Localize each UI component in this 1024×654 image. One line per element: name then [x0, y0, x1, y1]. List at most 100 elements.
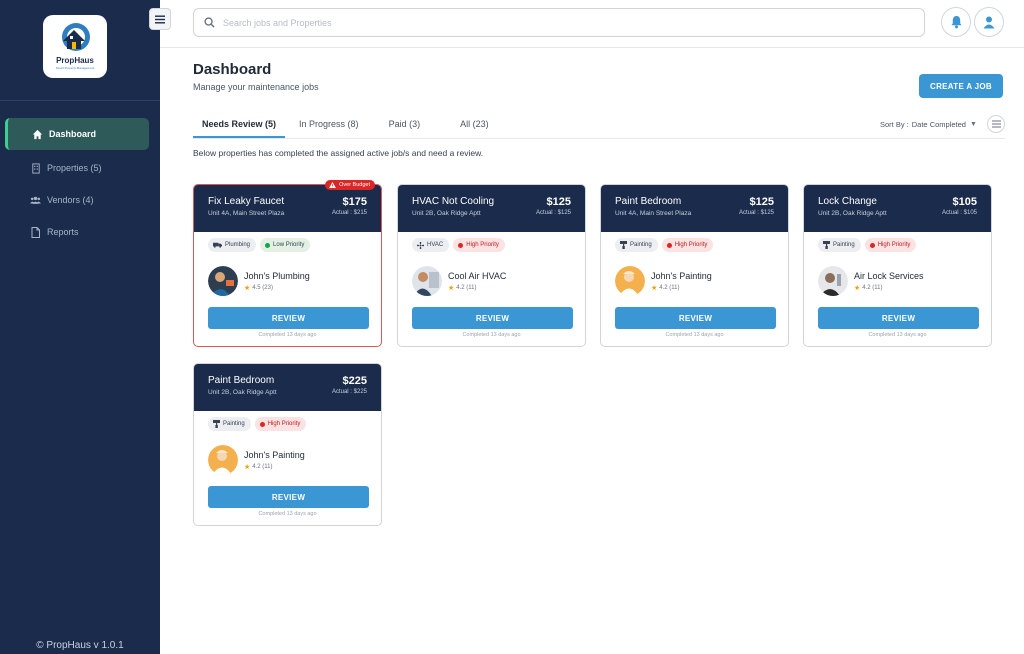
- job-card-header: Lock Change Unit 2B, Oak Ridge Aptt $105…: [804, 185, 991, 232]
- job-card: HVAC Not Cooling Unit 2B, Oak Ridge Aptt…: [397, 184, 586, 347]
- review-button[interactable]: REVIEW: [818, 307, 979, 329]
- priority-label: High Priority: [267, 421, 301, 427]
- job-title: Fix Leaky Faucet: [208, 196, 285, 207]
- review-button[interactable]: REVIEW: [208, 486, 369, 508]
- vendor-name[interactable]: Cool Air HVAC: [448, 271, 506, 281]
- completed-time: Completed 13 days ago: [665, 332, 724, 338]
- job-tags: Painting High Priority: [208, 417, 310, 431]
- fan-icon: [417, 241, 424, 249]
- category-tag: Painting: [615, 238, 658, 252]
- tabs-divider: [193, 138, 1005, 139]
- vendor-info: John's Painting ★ 4.2 (11): [615, 266, 712, 296]
- sidebar-item-reports[interactable]: Reports: [0, 216, 160, 248]
- priority-dot: [869, 242, 875, 248]
- category-label: Painting: [630, 242, 652, 248]
- rating-value: 4.5 (23): [252, 284, 273, 291]
- priority-label: High Priority: [877, 242, 911, 248]
- priority-tag: High Priority: [254, 417, 307, 431]
- search-bar[interactable]: [193, 8, 925, 37]
- job-unit: Unit 2B, Oak Ridge Aptt: [208, 389, 277, 396]
- notifications-button[interactable]: [941, 7, 971, 37]
- review-button[interactable]: REVIEW: [412, 307, 573, 329]
- paint-roller-icon: [620, 241, 627, 249]
- vendor-rating: ★ 4.5 (23): [244, 284, 310, 292]
- vendor-info: Cool Air HVAC ★ 4.2 (11): [412, 266, 506, 296]
- job-tags: Painting High Priority: [818, 238, 920, 252]
- rating-value: 4.2 (11): [659, 284, 680, 291]
- page-subtitle: Manage your maintenance jobs: [193, 82, 319, 92]
- vendor-name[interactable]: John's Plumbing: [244, 271, 310, 281]
- vendor-avatar: [615, 266, 645, 296]
- sidebar-item-label: Reports: [47, 227, 79, 237]
- category-tag: Painting: [818, 238, 861, 252]
- category-tag: Painting: [208, 417, 251, 431]
- job-actual-cost: Actual : $125: [535, 210, 571, 216]
- job-card: Fix Leaky Faucet Unit 4A, Main Street Pl…: [193, 180, 382, 347]
- vendor-avatar: [412, 266, 442, 296]
- job-card: Lock Change Unit 2B, Oak Ridge Aptt $105…: [803, 184, 992, 347]
- priority-dot: [666, 242, 672, 248]
- priority-dot: [259, 421, 265, 427]
- priority-label: Low Priority: [273, 242, 305, 248]
- create-job-button[interactable]: CREATE A JOB: [919, 74, 1003, 98]
- tab-all[interactable]: All (23): [451, 110, 498, 138]
- tab-paid[interactable]: Paid (3): [380, 110, 430, 138]
- profile-button[interactable]: [974, 7, 1004, 37]
- vendor-info: John's Plumbing ★ 4.5 (23): [208, 266, 310, 296]
- priority-tag: Low Priority: [260, 238, 311, 252]
- sort-dropdown[interactable]: Sort By : Date Completed ▼: [880, 120, 977, 129]
- tab-in-progress[interactable]: In Progress (8): [290, 110, 368, 138]
- category-tag: HVAC: [412, 238, 450, 252]
- star-icon: ★: [448, 284, 455, 292]
- job-title: HVAC Not Cooling: [412, 196, 495, 207]
- review-button[interactable]: REVIEW: [615, 307, 776, 329]
- star-icon: ★: [244, 284, 251, 292]
- bell-icon: [950, 15, 962, 29]
- sidebar-item-properties[interactable]: Properties (5): [0, 152, 160, 184]
- vendor-avatar: [818, 266, 848, 296]
- menu-toggle-button[interactable]: [149, 8, 171, 30]
- vendor-info: Air Lock Services ★ 4.2 (11): [818, 266, 924, 296]
- priority-dot: [265, 242, 271, 248]
- tab-needs-review[interactable]: Needs Review (5): [193, 110, 286, 138]
- vendor-avatar: [208, 266, 238, 296]
- chevron-down-icon: ▼: [969, 121, 977, 128]
- job-price: $225: [342, 375, 367, 387]
- sidebar-item-label: Properties (5): [47, 163, 102, 173]
- review-button[interactable]: REVIEW: [208, 307, 369, 329]
- rating-value: 4.2 (11): [862, 284, 883, 291]
- job-unit: Unit 4A, Main Street Plaza: [208, 210, 285, 217]
- rating-value: 4.2 (11): [252, 463, 273, 470]
- job-price: $175: [342, 196, 367, 208]
- priority-tag: High Priority: [864, 238, 917, 252]
- job-unit: Unit 2B, Oak Ridge Aptt: [412, 210, 481, 217]
- vendor-info: John's Painting ★ 4.2 (11): [208, 445, 305, 475]
- home-icon: [32, 129, 43, 140]
- category-tag: Plumbing: [208, 238, 257, 252]
- priority-tag: High Priority: [453, 238, 505, 252]
- filter-button[interactable]: [987, 115, 1005, 133]
- filter-icon: [991, 120, 1001, 128]
- sidebar-item-dashboard[interactable]: Dashboard: [5, 118, 149, 150]
- priority-dot: [458, 242, 464, 248]
- sidebar-item-vendors[interactable]: Vendors (4): [0, 184, 160, 216]
- job-price: $125: [546, 196, 571, 208]
- user-icon: [983, 16, 995, 29]
- vendor-name[interactable]: Air Lock Services: [854, 271, 924, 281]
- sort-value: Date Completed: [911, 120, 966, 129]
- sidebar-item-label: Vendors (4): [47, 195, 94, 205]
- vendor-name[interactable]: John's Painting: [651, 271, 712, 281]
- vendor-name[interactable]: John's Painting: [244, 450, 305, 460]
- job-title: Lock Change: [818, 196, 877, 207]
- search-input[interactable]: [223, 17, 823, 28]
- app-logo[interactable]: PropHaus Smart Property Management: [43, 15, 107, 78]
- sidebar-item-label: Dashboard: [49, 129, 97, 139]
- paint-roller-icon: [213, 420, 220, 428]
- job-tabs: Needs Review (5) In Progress (8) Paid (3…: [193, 110, 498, 138]
- page-title: Dashboard: [193, 61, 272, 78]
- category-label: HVAC: [427, 242, 444, 248]
- users-icon: [30, 195, 41, 206]
- job-tags: Plumbing Low Priority: [208, 238, 314, 252]
- sidebar: PropHaus Smart Property Management Dashb…: [0, 0, 160, 654]
- app-tagline: Smart Property Management: [55, 66, 95, 70]
